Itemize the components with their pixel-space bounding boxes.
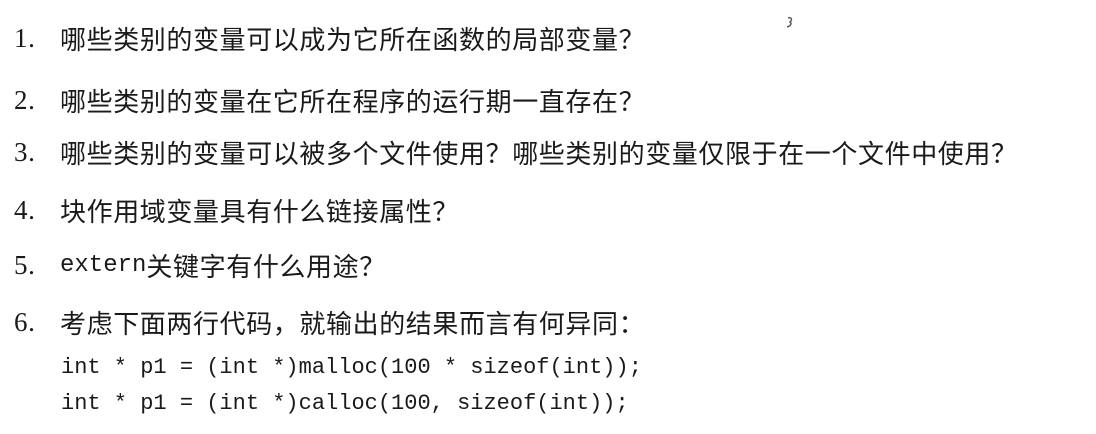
extern-keyword: extern <box>60 251 147 279</box>
question-number: 1. <box>14 22 36 53</box>
question-text: 考虑下面两行代码，就输出的结果而言有何异同： <box>60 309 646 340</box>
question-4: 4. 块作用域变量具有什么链接属性？ <box>14 190 459 230</box>
code-line-calloc: int * p1 = (int *)calloc(100, sizeof(int… <box>61 391 629 416</box>
question-3: 3. 哪些类别的变量可以被多个文件使用？哪些类别的变量仅限于在一个文件中使用？ <box>14 132 1018 172</box>
question-5: 5. extern 关键字有什么用途？ <box>14 245 386 285</box>
question-text: 哪些类别的变量可以成为它所在函数的局部变量？ <box>60 25 646 56</box>
question-2: 2. 哪些类别的变量在它所在程序的运行期一直存在？ <box>14 80 645 120</box>
question-text: 哪些类别的变量可以被多个文件使用？哪些类别的变量仅限于在一个文件中使用？ <box>60 139 1018 170</box>
question-text: 块作用域变量具有什么链接属性？ <box>60 197 460 228</box>
question-number: 4. <box>14 194 36 225</box>
question-1: 1. 哪些类别的变量可以成为它所在函数的局部变量？ <box>14 18 645 58</box>
question-number: 6. <box>14 306 36 337</box>
exercise-page: 1. 哪些类别的变量可以成为它所在函数的局部变量？ 2. 哪些类别的变量在它所在… <box>0 0 1096 434</box>
scan-speck-mark <box>786 17 793 28</box>
question-6: 6. 考虑下面两行代码，就输出的结果而言有何异同： <box>14 302 645 342</box>
code-line-malloc: int * p1 = (int *)malloc(100 * sizeof(in… <box>61 355 642 380</box>
question-number: 3. <box>14 136 36 167</box>
question-text: 关键字有什么用途？ <box>146 252 386 283</box>
question-number: 2. <box>14 84 36 115</box>
question-number: 5. <box>14 249 36 280</box>
question-text: 哪些类别的变量在它所在程序的运行期一直存在？ <box>60 87 646 118</box>
